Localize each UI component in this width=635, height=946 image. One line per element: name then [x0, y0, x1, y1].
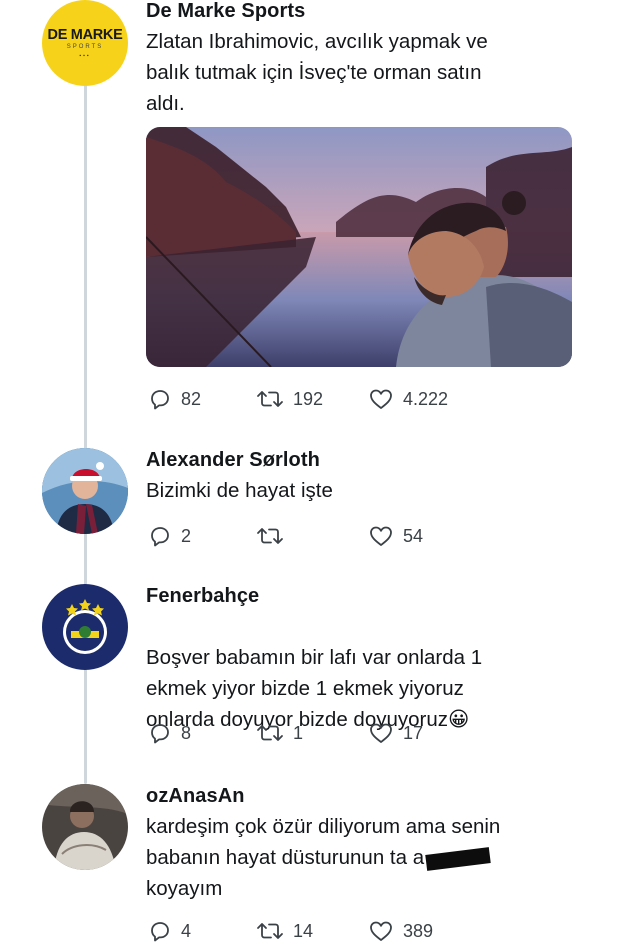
- avatar-photo: [42, 448, 128, 534]
- retweet-button[interactable]: 192: [256, 384, 323, 414]
- retweet-icon: [257, 923, 283, 939]
- author-name[interactable]: De Marke Sports: [146, 0, 305, 23]
- like-button[interactable]: 17: [368, 718, 423, 748]
- avatar[interactable]: [42, 784, 128, 870]
- reply-count: 2: [181, 525, 192, 546]
- retweet-icon: [257, 725, 283, 741]
- reply-count: 82: [181, 388, 202, 409]
- like-count: 54: [403, 525, 424, 546]
- heart-icon: [370, 921, 392, 941]
- avatar[interactable]: [42, 448, 128, 534]
- retweet-icon: [257, 528, 283, 544]
- reply-icon: [151, 527, 169, 547]
- like-button[interactable]: 54: [368, 521, 423, 551]
- like-count: 389: [403, 920, 434, 941]
- like-count: 17: [403, 722, 424, 743]
- tweet-actions: 8 1 17: [146, 718, 566, 748]
- avatar-logo-subtext: SPORTS: [66, 44, 104, 50]
- avatar-photo: [42, 784, 128, 870]
- retweet-button[interactable]: [256, 521, 293, 551]
- tweet-text-line: kardeşim çok özür diliyorum ama senin: [146, 815, 501, 838]
- tweet-text: kardeşim çok özür diliyorum ama senin ba…: [146, 811, 586, 904]
- retweet-count: 1: [293, 722, 304, 743]
- author-name[interactable]: Alexander Sørloth: [146, 449, 320, 472]
- tweet-text: Zlatan Ibrahimovic, avcılık yapmak ve ba…: [146, 30, 488, 115]
- reply-icon: [151, 390, 169, 410]
- reply-button[interactable]: 2: [148, 521, 191, 551]
- reply-icon: [151, 724, 169, 744]
- retweet-icon: [257, 391, 283, 407]
- reply-button[interactable]: 82: [148, 384, 201, 414]
- avatar[interactable]: [42, 584, 128, 670]
- fenerbahce-crest: [42, 584, 128, 670]
- reply-icon: [151, 922, 169, 942]
- author-name[interactable]: ozAnasAn: [146, 785, 245, 808]
- tweet-demarke[interactable]: DE MARKE SPORTS ▪▪▪ De Marke Sports Zlat…: [0, 0, 635, 420]
- heart-icon: [370, 526, 392, 546]
- avatar-logo-dots: ▪▪▪: [79, 53, 91, 59]
- redaction-bar: [425, 846, 491, 871]
- lake-photo: [146, 127, 572, 367]
- like-button[interactable]: 4.222: [368, 384, 448, 414]
- retweet-count: 192: [293, 388, 324, 409]
- tweet-text: Bizimki de hayat işte: [146, 479, 333, 502]
- tweet-image[interactable]: [146, 127, 572, 367]
- reply-count: 8: [181, 722, 192, 743]
- reply-button[interactable]: 8: [148, 718, 191, 748]
- like-count: 4.222: [403, 388, 449, 409]
- heart-icon: [370, 389, 392, 409]
- tweet-text-line-content: babanın hayat düsturunun ta a: [146, 846, 425, 869]
- retweet-count: 14: [293, 920, 314, 941]
- avatar[interactable]: DE MARKE SPORTS ▪▪▪: [42, 0, 128, 86]
- tweet-text: Boşver babamın bir lafı var onlarda 1 ek…: [146, 611, 586, 735]
- author-name[interactable]: Fenerbahçe: [146, 585, 259, 608]
- tweet-actions: 2 54: [146, 521, 566, 551]
- heart-icon: [370, 723, 392, 743]
- reply-count: 4: [181, 920, 192, 941]
- tweet-text-line: babanın hayat düsturunun ta a: [146, 842, 586, 873]
- retweet-button[interactable]: 1: [256, 718, 303, 748]
- tweet-text-line: koyayım: [146, 877, 223, 900]
- avatar-logo-text: DE MARKE: [47, 27, 123, 43]
- tweet-actions: 82 192 4.222: [146, 384, 566, 414]
